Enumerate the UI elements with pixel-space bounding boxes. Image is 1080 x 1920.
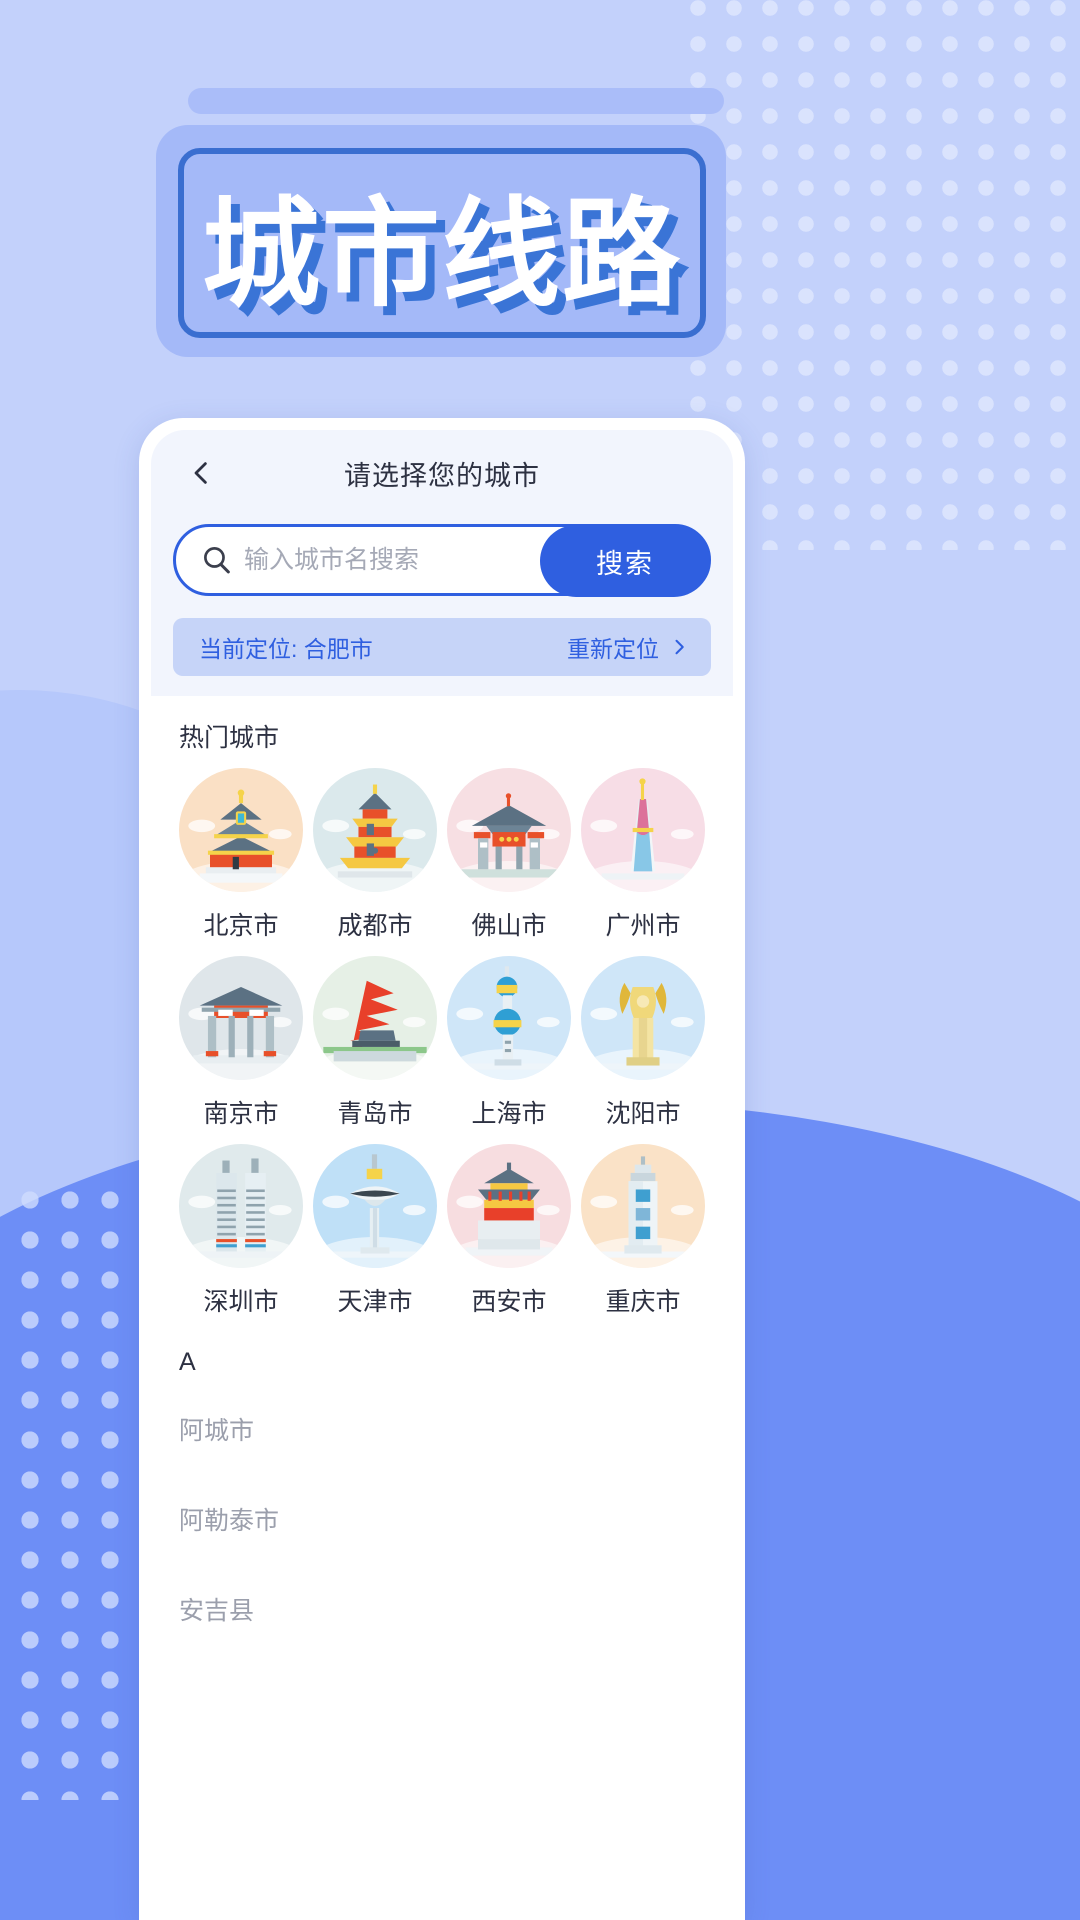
hot-city-item[interactable]: 天津市 [311, 1144, 439, 1318]
alpha-section-letter: A [179, 1348, 196, 1376]
hot-cities-grid: 北京市 成都市 佛山市 广州市 南京市 青岛市 上海市 沈阳市 深圳市 天津市 … [177, 768, 707, 1318]
hot-city-label: 重庆市 [605, 1288, 681, 1316]
chevron-right-icon [675, 639, 684, 655]
hot-city-item[interactable]: 青岛市 [311, 956, 439, 1130]
hot-city-item[interactable]: 重庆市 [579, 1144, 707, 1318]
hot-city-item[interactable]: 南京市 [177, 956, 305, 1130]
hero-banner: 城市线路 [0, 0, 1080, 420]
page-title: 请选择您的城市 [344, 460, 540, 491]
relocate-group[interactable]: 重新定位 [567, 630, 689, 664]
alpha-city-rows: 阿城市 阿勒泰市 安吉县 [177, 1383, 707, 1653]
hot-city-label: 佛山市 [471, 912, 547, 940]
hero-title: 城市线路 [201, 188, 682, 321]
oriental-pearl-tower-icon [447, 956, 571, 1080]
canton-tower-icon [581, 768, 705, 892]
relocate-label: 重新定位 [567, 636, 659, 662]
app-screen: 请选择您的城市 搜索 当前定位: 合肥市 重新定位 [151, 430, 733, 1920]
navigation-bar: 请选择您的城市 [151, 430, 733, 516]
hot-city-item[interactable]: 广州市 [579, 768, 707, 942]
hero-top-bar [188, 88, 724, 114]
hot-city-label: 南京市 [203, 1100, 279, 1128]
search-section: 搜索 [151, 516, 733, 597]
hot-city-item[interactable]: 上海市 [445, 956, 573, 1130]
search-bar[interactable]: 搜索 [173, 524, 733, 597]
hot-city-item[interactable]: 沈阳市 [579, 956, 707, 1130]
city-list-item[interactable]: 安吉县 [177, 1563, 707, 1653]
hot-city-label: 深圳市 [203, 1288, 279, 1316]
current-location-bar[interactable]: 当前定位: 合肥市 重新定位 [173, 618, 711, 676]
phone-mockup: 请选择您的城市 搜索 当前定位: 合肥市 重新定位 [139, 418, 745, 1920]
search-icon [204, 547, 230, 574]
temple-of-heaven-icon [179, 768, 303, 892]
hot-city-label: 西安市 [471, 1288, 547, 1316]
hot-city-label: 沈阳市 [605, 1100, 681, 1128]
hot-city-label: 天津市 [337, 1288, 413, 1316]
search-button[interactable]: 搜索 [540, 525, 710, 597]
city-list-item[interactable]: 阿城市 [177, 1383, 707, 1473]
hot-city-item[interactable]: 深圳市 [177, 1144, 305, 1318]
city-list-item[interactable]: 阿勒泰市 [177, 1473, 707, 1563]
location-section: 当前定位: 合肥市 重新定位 [151, 596, 733, 696]
hot-city-item[interactable]: 北京市 [177, 768, 305, 942]
tianjin-radio-tower-icon [313, 1144, 437, 1268]
hot-city-item[interactable]: 佛山市 [445, 768, 573, 942]
hot-city-item[interactable]: 西安市 [445, 1144, 573, 1318]
may-fourth-square-icon [313, 956, 437, 1080]
memorial-archway-icon [179, 956, 303, 1080]
back-button[interactable] [177, 449, 225, 497]
screen-top-section: 请选择您的城市 搜索 当前定位: 合肥市 重新定位 [151, 430, 733, 696]
hot-cities-section: 热门城市 北京市 成都市 佛山市 广州市 南京市 青岛市 上海市 沈阳市 深圳市… [151, 696, 733, 1318]
hot-city-item[interactable]: 成都市 [311, 768, 439, 942]
bell-tower-icon [447, 1144, 571, 1268]
current-location-label: 当前定位: 合肥市 [199, 636, 373, 662]
twin-towers-icon [179, 1144, 303, 1268]
alphabetical-city-list: A 阿城市 阿勒泰市 安吉县 [151, 1318, 733, 1653]
ancestral-temple-gate-icon [447, 768, 571, 892]
golden-monument-icon [581, 956, 705, 1080]
chevron-left-icon [194, 462, 207, 484]
hot-city-label: 青岛市 [337, 1100, 413, 1128]
pagoda-icon [313, 768, 437, 892]
liberation-monument-icon [581, 1144, 705, 1268]
hot-city-label: 北京市 [203, 912, 279, 940]
hot-city-label: 成都市 [337, 912, 413, 940]
hot-city-label: 广州市 [605, 912, 681, 940]
hot-cities-title: 热门城市 [179, 724, 280, 752]
hot-city-label: 上海市 [471, 1100, 547, 1128]
